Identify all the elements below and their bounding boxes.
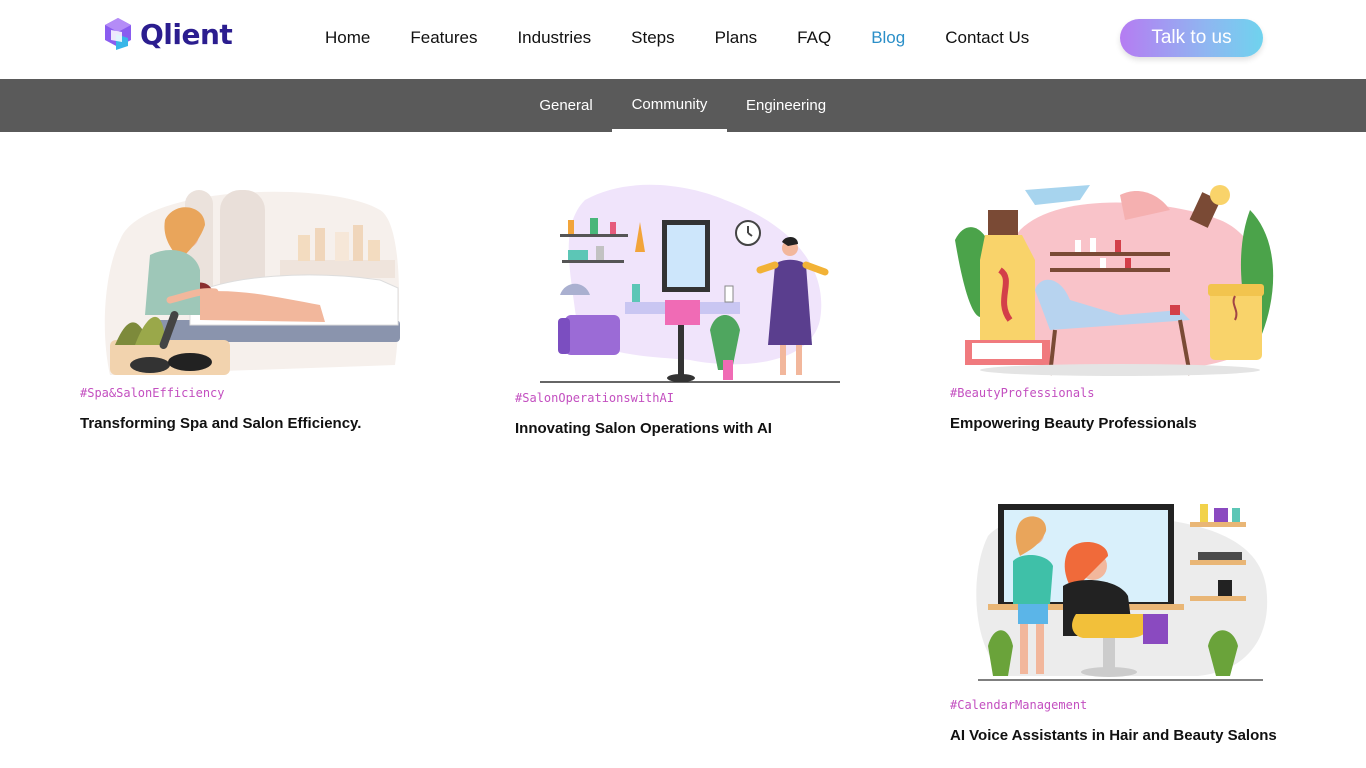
tab-engineering[interactable]: Engineering	[740, 79, 832, 132]
nav-plans[interactable]: Plans	[715, 28, 758, 48]
post-tag[interactable]: #Spa&SalonEfficiency	[80, 386, 225, 400]
site-header: Qlient Home Features Industries Steps Pl…	[0, 0, 1366, 79]
salon-interior-illustration	[540, 184, 840, 383]
nav-features[interactable]: Features	[410, 28, 477, 48]
spa-massage-illustration	[104, 190, 400, 375]
logo-icon	[105, 18, 131, 50]
brand-name: Qlient	[140, 17, 233, 51]
main-nav: Home Features Industries Steps Plans FAQ…	[325, 28, 1029, 48]
tab-general[interactable]: General	[533, 79, 599, 132]
post-title[interactable]: Transforming Spa and Salon Efficiency.	[80, 415, 361, 432]
post-tag[interactable]: #CalendarManagement	[950, 698, 1087, 712]
nav-steps[interactable]: Steps	[631, 28, 674, 48]
post-card[interactable]	[540, 180, 840, 385]
tab-community[interactable]: Community	[612, 79, 727, 132]
logo-link[interactable]: Qlient	[102, 16, 233, 52]
post-title[interactable]: AI Voice Assistants in Hair and Beauty S…	[950, 727, 1277, 744]
nav-industries[interactable]: Industries	[517, 28, 591, 48]
nav-contact-us[interactable]: Contact Us	[945, 28, 1029, 48]
blog-category-tabs: General Community Engineering	[0, 79, 1366, 132]
post-tag[interactable]: #SalonOperationswithAI	[515, 391, 674, 405]
post-tag[interactable]: #BeautyProfessionals	[950, 386, 1095, 400]
post-title[interactable]: Empowering Beauty Professionals	[950, 415, 1197, 432]
beauty-products-illustration	[955, 185, 1274, 376]
talk-to-us-button[interactable]: Talk to us	[1120, 19, 1263, 57]
hair-salon-illustration	[976, 504, 1268, 681]
nav-faq[interactable]: FAQ	[797, 28, 831, 48]
nav-blog[interactable]: Blog	[871, 28, 905, 48]
post-card[interactable]	[968, 496, 1268, 686]
post-card[interactable]	[950, 180, 1286, 380]
nav-home[interactable]: Home	[325, 28, 370, 48]
post-title[interactable]: Innovating Salon Operations with AI	[515, 420, 772, 437]
post-card[interactable]	[80, 180, 410, 380]
